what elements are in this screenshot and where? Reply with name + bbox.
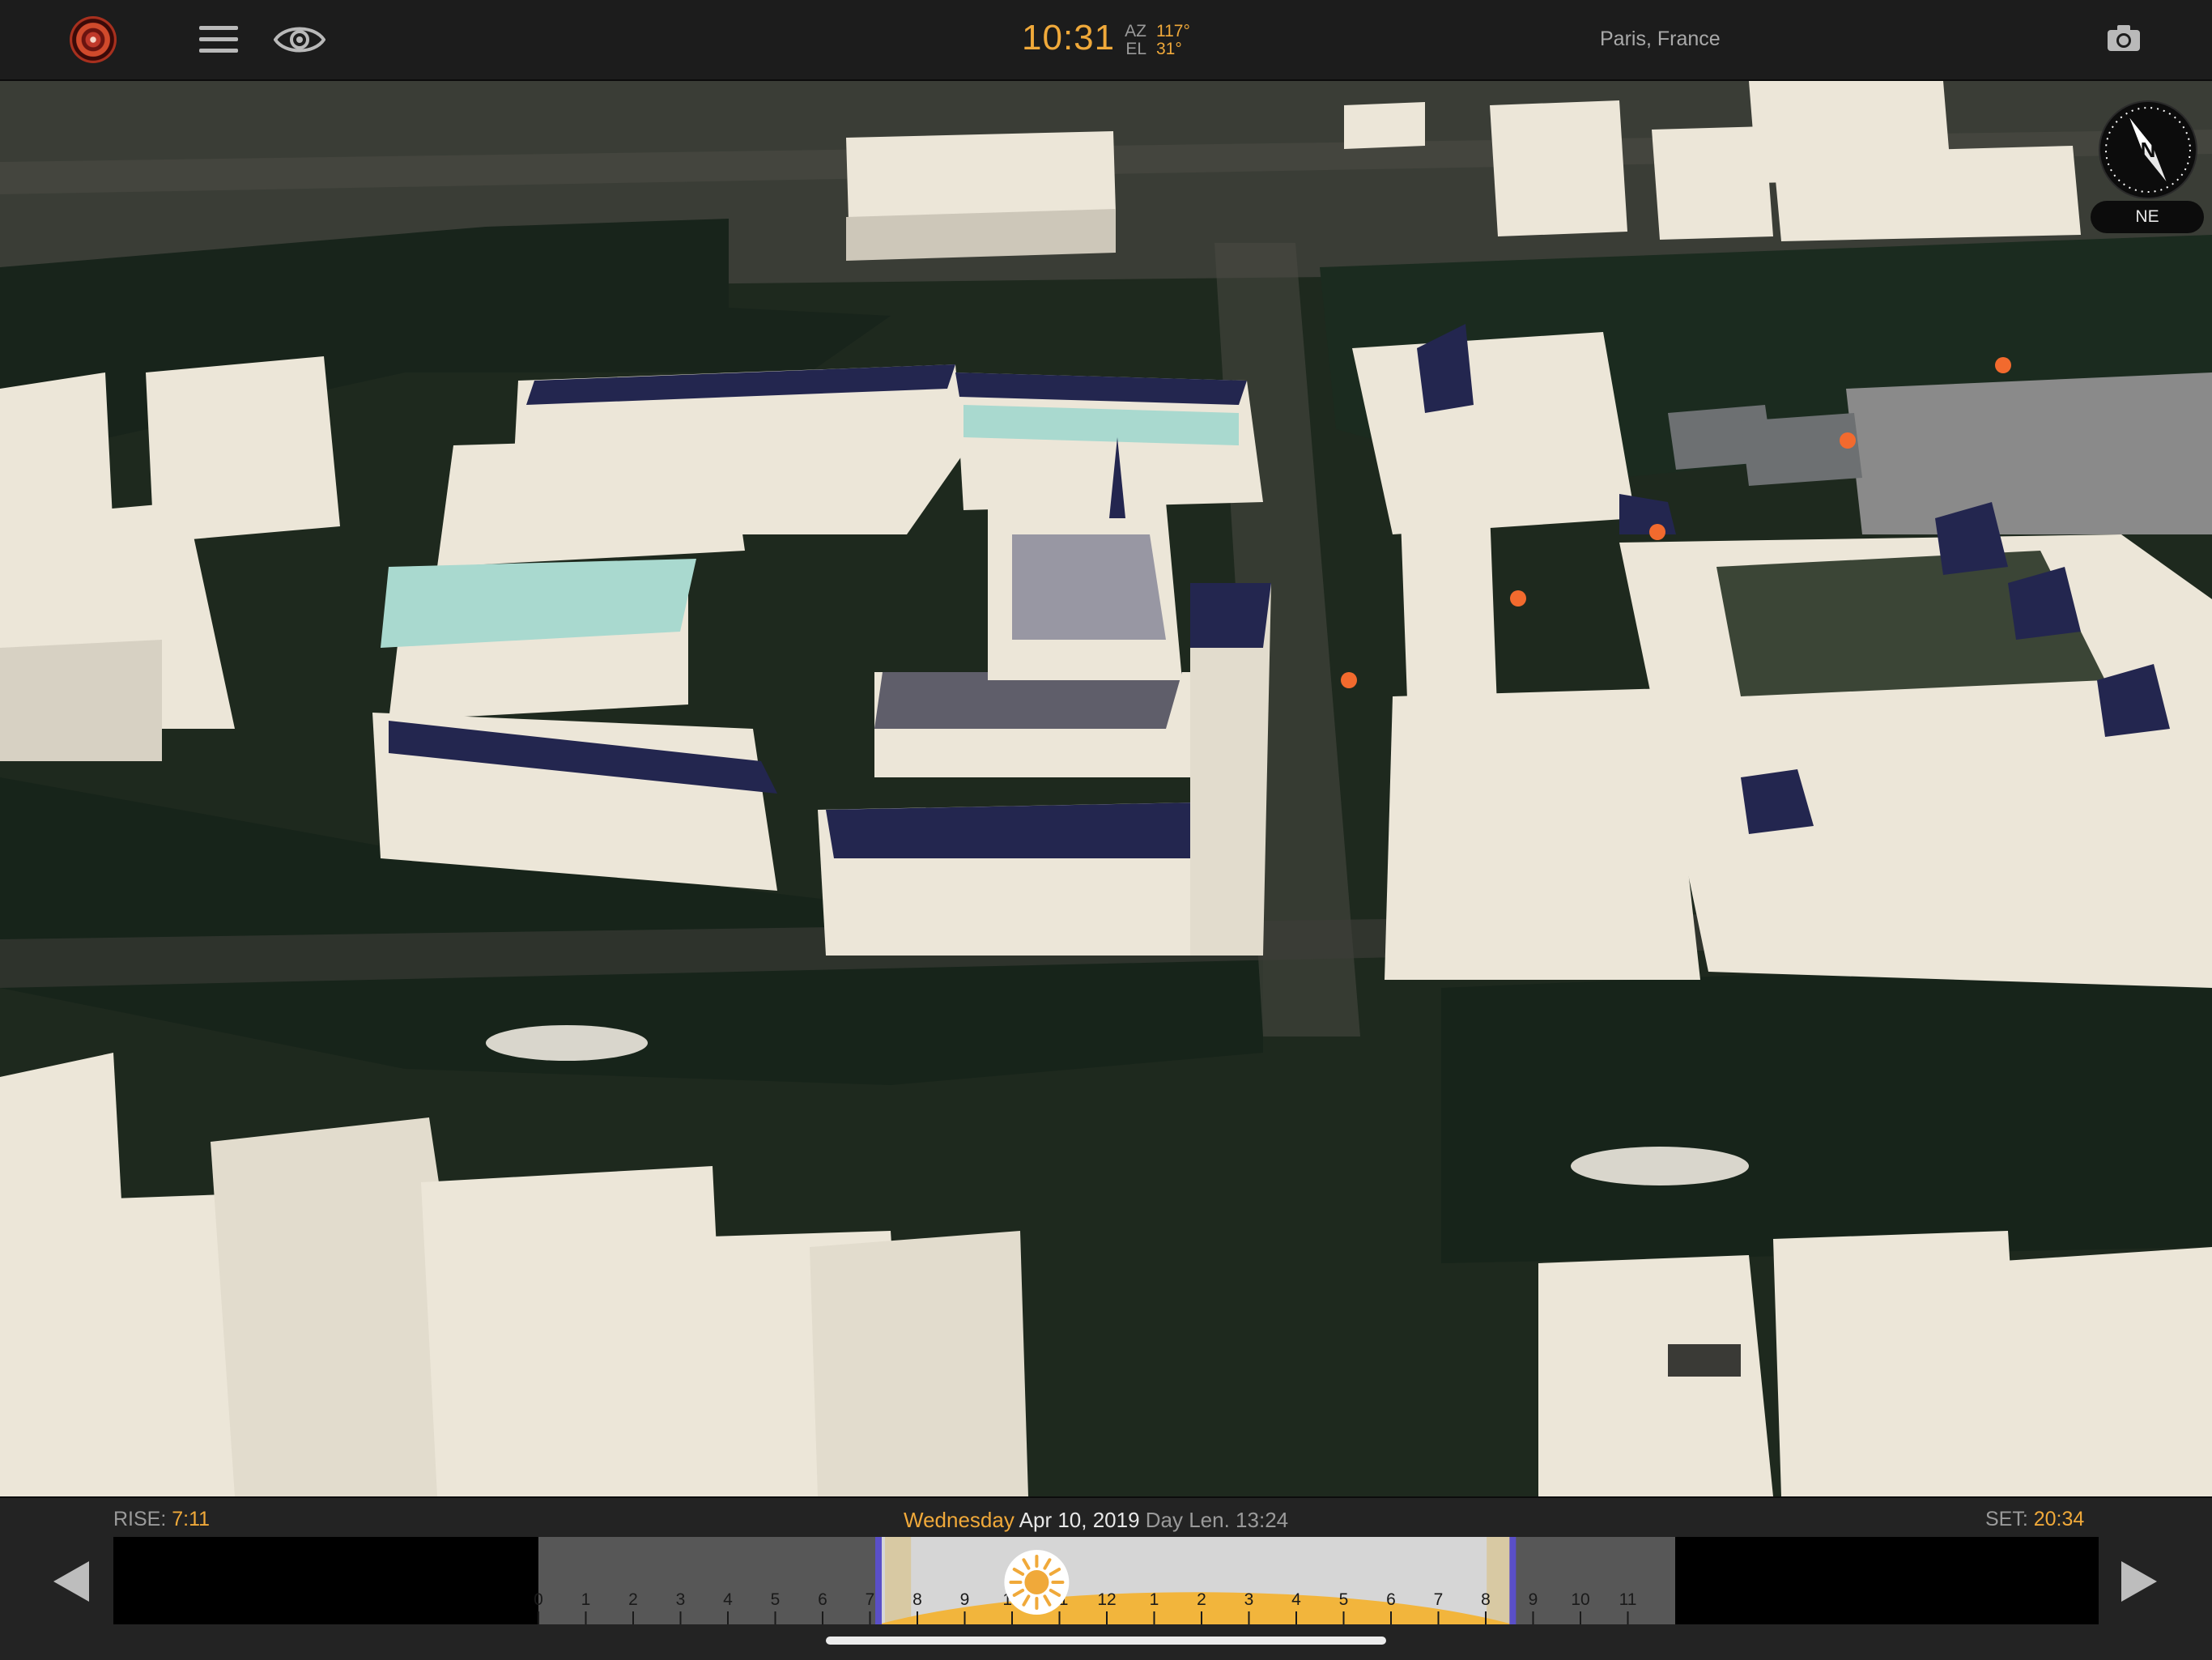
hour-label: 3 bbox=[1244, 1590, 1254, 1609]
river bbox=[1441, 956, 2212, 1263]
hour-label: 4 bbox=[1291, 1590, 1301, 1609]
compass-north-label: N bbox=[2141, 138, 2156, 162]
sunset-time: 20:34 bbox=[2033, 1508, 2085, 1530]
day-length-label: Day Len. 13:24 bbox=[1145, 1508, 1289, 1532]
city-scene[interactable] bbox=[0, 81, 2212, 1496]
hour-label: 6 bbox=[1386, 1590, 1396, 1609]
compass-heading: NE bbox=[2091, 201, 2204, 233]
sun-position-readout: AZ 117° EL 31° bbox=[1121, 23, 1190, 58]
hour-label: 6 bbox=[818, 1590, 827, 1609]
weekday-label: Wednesday bbox=[904, 1508, 1015, 1532]
timeline-track[interactable]: 01234567891011121234567891011 bbox=[113, 1537, 2099, 1624]
hour-label: 7 bbox=[866, 1590, 875, 1609]
hour-label: 2 bbox=[1197, 1590, 1206, 1609]
elevation-value: 31° bbox=[1156, 40, 1182, 58]
hour-label: 4 bbox=[723, 1590, 733, 1609]
hour-label: 9 bbox=[1529, 1590, 1538, 1609]
sun-icon[interactable] bbox=[1004, 1550, 1070, 1615]
hour-label: 5 bbox=[771, 1590, 781, 1609]
building-cluster-right bbox=[1352, 324, 2212, 988]
sunset-label: SET: bbox=[1985, 1508, 2028, 1530]
menu-icon[interactable] bbox=[199, 24, 238, 55]
hour-label: 2 bbox=[628, 1590, 638, 1609]
home-indicator bbox=[826, 1637, 1386, 1645]
hour-label: 12 bbox=[1097, 1590, 1116, 1609]
time-readout[interactable]: 10:31 bbox=[1022, 18, 1115, 58]
hour-label: 8 bbox=[912, 1590, 922, 1609]
boat bbox=[1571, 1147, 1749, 1185]
hour-label: 0 bbox=[534, 1590, 543, 1609]
sunrise-label: RISE: bbox=[113, 1508, 167, 1530]
hour-label: 1 bbox=[1150, 1590, 1159, 1609]
location-label[interactable]: Paris, France bbox=[1600, 28, 1721, 51]
camera-icon[interactable] bbox=[2107, 24, 2141, 52]
app-logo-icon[interactable] bbox=[70, 16, 117, 63]
prev-arrow-icon[interactable] bbox=[52, 1560, 91, 1603]
next-arrow-icon[interactable] bbox=[2120, 1560, 2159, 1603]
boat bbox=[486, 1025, 648, 1061]
compass-icon[interactable]: N bbox=[2099, 100, 2197, 199]
hour-label: 11 bbox=[1619, 1590, 1637, 1609]
hour-label: 10 bbox=[1571, 1590, 1589, 1609]
eye-icon[interactable] bbox=[274, 22, 325, 57]
hour-label: 9 bbox=[960, 1590, 970, 1609]
time-scrubber[interactable]: 01234567891011121234567891011 bbox=[113, 1537, 2099, 1624]
hour-label: 7 bbox=[1434, 1590, 1444, 1609]
top-bar: 10:31 AZ 117° EL 31° Paris, France bbox=[0, 0, 2212, 81]
sunrise-time: 7:11 bbox=[172, 1508, 211, 1530]
azimuth-value: 117° bbox=[1156, 22, 1190, 40]
map-3d-view[interactable] bbox=[0, 81, 2212, 1496]
hour-label: 1 bbox=[581, 1590, 591, 1609]
sunrise-readout: RISE: 7:11 bbox=[113, 1508, 210, 1531]
date-label: Apr 10, 2019 bbox=[1019, 1508, 1140, 1532]
azimuth-label: AZ bbox=[1125, 22, 1146, 40]
sunset-readout: SET: 20:34 bbox=[1985, 1508, 2084, 1531]
hour-label: 8 bbox=[1481, 1590, 1491, 1609]
date-readout[interactable]: Wednesday Apr 10, 2019 Day Len. 13:24 bbox=[904, 1508, 1288, 1533]
elevation-label: EL bbox=[1125, 40, 1146, 58]
hour-label: 3 bbox=[676, 1590, 686, 1609]
hour-label: 5 bbox=[1339, 1590, 1349, 1609]
